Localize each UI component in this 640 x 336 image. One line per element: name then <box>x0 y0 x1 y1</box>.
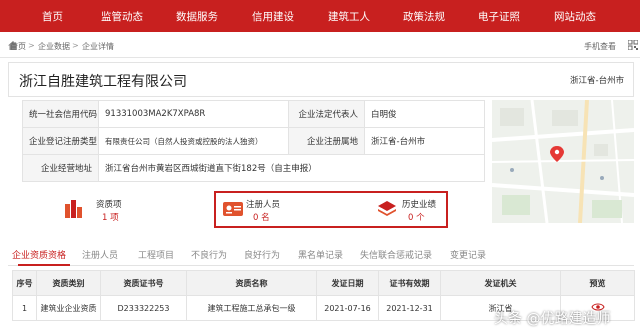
column-header: 发证日期 <box>316 270 379 296</box>
column-header: 发证机关 <box>440 270 561 296</box>
info-row: 企业登记注册类型 有限责任公司（自然人投资或控股的法人独资） 企业注册属地 浙江… <box>22 127 485 155</box>
table-cell: 建筑工程施工总承包一级 <box>186 295 317 321</box>
nav-home[interactable]: 首页 <box>42 9 63 24</box>
nav-site-news[interactable]: 网站动态 <box>554 9 596 24</box>
credit-code-value: 91331003MA2K7XPA8R <box>98 100 289 128</box>
column-header: 序号 <box>12 270 37 296</box>
table-cell: 2021-07-16 <box>316 295 379 321</box>
active-tab-indicator <box>18 264 70 266</box>
company-name: 浙江自胜建筑工程有限公司 <box>19 74 187 90</box>
table-header-row: 序号 资质类别 资质证书号 资质名称 发证日期 证书有效期 发证机关 预览 <box>12 270 635 296</box>
stat-label: 资质项 <box>96 200 122 210</box>
breadcrumb-home[interactable]: 首页 <box>10 41 26 52</box>
top-navigation: 首页 监管动态 数据服务 信用建设 建筑工人 政策法规 电子证照 网站动态 <box>0 0 640 32</box>
mobile-view-link[interactable]: 手机查看 <box>584 41 616 52</box>
tab-blacklist[interactable]: 黑名单记录 <box>298 248 343 261</box>
qr-code-icon[interactable] <box>628 40 638 50</box>
breadcrumb: 首页 > 企业数据 > 企业详情 手机查看 <box>0 38 640 56</box>
detail-tabs: 企业资质资格 注册人员 工程项目 不良行为 良好行为 黑名单记录 失信联合惩戒记… <box>8 241 634 266</box>
reg-type-value: 有限责任公司（自然人投资或控股的法人独资） <box>98 127 289 155</box>
map-graphic <box>492 100 634 223</box>
column-header: 证书有效期 <box>378 270 441 296</box>
column-header: 资质名称 <box>186 270 317 296</box>
breadcrumb-company-data[interactable]: 企业数据 <box>38 41 70 52</box>
table-cell: 建筑业企业资质 <box>36 295 101 321</box>
nav-credit-building[interactable]: 信用建设 <box>252 9 294 24</box>
nav-e-certificates[interactable]: 电子证照 <box>478 9 520 24</box>
column-header: 资质类别 <box>36 270 101 296</box>
company-location: 浙江省-台州市 <box>570 76 625 86</box>
credit-code-label: 统一社会信用代码 <box>22 100 99 128</box>
reg-place-label: 企业注册属地 <box>288 127 365 155</box>
company-info-table: 统一社会信用代码 91331003MA2K7XPA8R 企业法定代表人 白明俊 … <box>22 100 485 182</box>
tab-registered-staff[interactable]: 注册人员 <box>82 248 118 261</box>
nav-data-services[interactable]: 数据服务 <box>176 9 218 24</box>
info-row: 企业经营地址 浙江省台州市黄岩区西城街道直下街182号（自主申报） <box>22 154 485 182</box>
reg-place-value: 浙江省-台州市 <box>364 127 485 155</box>
column-header: 资质证书号 <box>100 270 187 296</box>
company-header: 浙江自胜建筑工程有限公司 浙江省-台州市 <box>8 62 634 97</box>
reg-type-label: 企业登记注册类型 <box>22 127 99 155</box>
legal-rep-value: 白明俊 <box>364 100 485 128</box>
address-value: 浙江省台州市黄岩区西城街道直下街182号（自主申报） <box>98 154 485 182</box>
breadcrumb-separator: > <box>28 41 35 50</box>
nav-policies[interactable]: 政策法规 <box>403 9 445 24</box>
tab-change-records[interactable]: 变更记录 <box>450 248 486 261</box>
building-icon <box>65 200 82 218</box>
table-cell: 2021-12-31 <box>378 295 441 321</box>
nav-regulatory-news[interactable]: 监管动态 <box>101 9 143 24</box>
table-cell: 1 <box>12 295 37 321</box>
stat-value: 1 项 <box>102 213 119 223</box>
breadcrumb-company-detail: 企业详情 <box>82 42 114 51</box>
tab-good-behavior[interactable]: 良好行为 <box>244 248 280 261</box>
highlight-annotation <box>214 191 448 228</box>
location-map[interactable] <box>492 100 634 223</box>
tab-projects[interactable]: 工程项目 <box>138 248 174 261</box>
nav-construction-workers[interactable]: 建筑工人 <box>328 9 370 24</box>
column-header: 预览 <box>560 270 635 296</box>
table-cell: D233322253 <box>100 295 187 321</box>
address-label: 企业经营地址 <box>22 154 99 182</box>
tab-qualifications[interactable]: 企业资质资格 <box>12 248 66 261</box>
legal-rep-label: 企业法定代表人 <box>288 100 365 128</box>
breadcrumb-separator: > <box>72 41 79 50</box>
tab-joint-punishment[interactable]: 失信联合惩戒记录 <box>360 248 432 261</box>
watermark: 头条 @优路建造师 <box>494 311 611 327</box>
tab-bad-behavior[interactable]: 不良行为 <box>191 248 227 261</box>
divider <box>0 57 640 58</box>
info-row: 统一社会信用代码 91331003MA2K7XPA8R 企业法定代表人 白明俊 <box>22 100 485 128</box>
